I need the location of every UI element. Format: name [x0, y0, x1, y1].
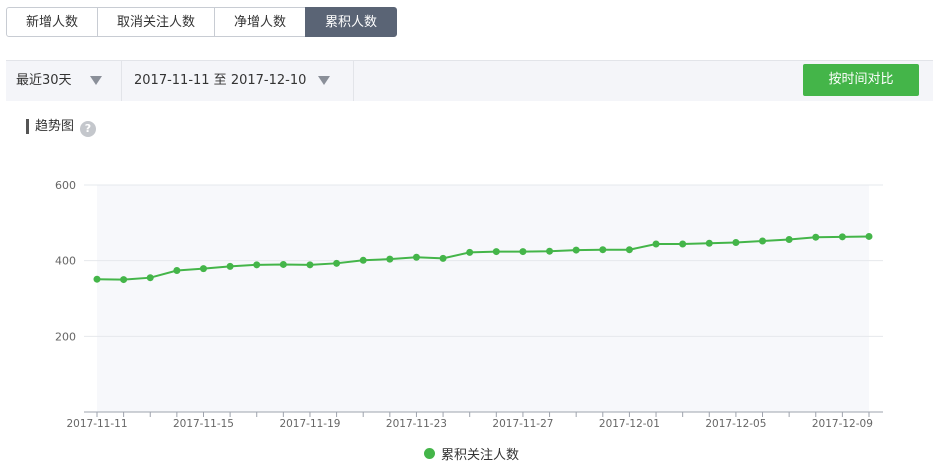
tab-new-followers[interactable]: 新增人数	[6, 7, 99, 37]
data-point	[492, 248, 500, 256]
data-point	[599, 246, 607, 254]
x-tick-label: 2017-11-19	[279, 418, 340, 430]
data-point	[732, 239, 740, 247]
x-tick-label: 2017-11-27	[492, 418, 553, 430]
data-point	[679, 240, 687, 248]
metric-tabs: 新增人数 取消关注人数 净增人数 累积人数	[6, 7, 398, 37]
data-point	[519, 248, 527, 256]
data-point	[306, 261, 314, 269]
data-point	[466, 248, 474, 256]
data-point	[120, 276, 128, 284]
period-select[interactable]: 最近30天	[6, 61, 122, 101]
data-point	[759, 237, 767, 245]
data-point	[865, 232, 873, 240]
x-tick-label: 2017-11-15	[173, 418, 234, 430]
data-point	[226, 262, 234, 270]
x-tick-label: 2017-11-11	[66, 418, 127, 430]
data-point	[652, 240, 660, 248]
section-title: 趋势图	[26, 119, 74, 134]
data-point	[93, 275, 101, 283]
data-point	[705, 239, 713, 247]
x-tick-label: 2017-12-01	[599, 418, 660, 430]
data-point	[333, 259, 341, 267]
legend-label: 累积关注人数	[441, 447, 520, 463]
data-point	[279, 260, 287, 268]
data-point	[572, 246, 580, 254]
x-tick-label: 2017-12-09	[812, 418, 873, 430]
chart-legend[interactable]: 累积关注人数	[424, 444, 520, 463]
y-tick-label: 400	[55, 255, 76, 268]
data-point	[386, 255, 394, 263]
data-point	[439, 254, 447, 262]
y-tick-label: 600	[55, 179, 76, 192]
data-point	[253, 261, 261, 269]
tab-net-growth[interactable]: 净增人数	[214, 7, 307, 37]
y-tick-label: 200	[55, 330, 76, 343]
data-point	[838, 233, 846, 241]
tab-cumulative[interactable]: 累积人数	[305, 7, 398, 37]
data-point	[146, 274, 154, 282]
data-point	[785, 235, 793, 243]
date-range-select[interactable]: 2017-11-11 至 2017-12-10	[123, 61, 354, 101]
data-point	[546, 247, 554, 255]
data-point	[359, 256, 367, 264]
compare-by-time-button[interactable]: 按时间对比	[803, 64, 919, 96]
data-point	[625, 246, 633, 254]
data-point	[173, 267, 181, 275]
plot-area	[97, 185, 869, 412]
question-mark-icon[interactable]: ?	[80, 121, 96, 137]
data-point	[199, 265, 207, 273]
chevron-down-icon	[90, 76, 102, 85]
data-point	[412, 253, 420, 261]
x-tick-label: 2017-12-05	[705, 418, 766, 430]
filter-bar: 最近30天 2017-11-11 至 2017-12-10 按时间对比	[6, 60, 933, 101]
date-range-label: 2017-11-11 至 2017-12-10	[134, 73, 307, 88]
chevron-down-icon	[318, 76, 330, 85]
trend-chart: 200 400 600 2017-11-11 2017-11-15 2017-11-19 2…	[55, 179, 883, 430]
data-point	[812, 233, 820, 241]
period-select-label: 最近30天	[16, 73, 72, 88]
tab-unfollowers[interactable]: 取消关注人数	[97, 7, 216, 37]
legend-marker	[424, 447, 435, 459]
x-tick-label: 2017-11-23	[386, 418, 447, 430]
